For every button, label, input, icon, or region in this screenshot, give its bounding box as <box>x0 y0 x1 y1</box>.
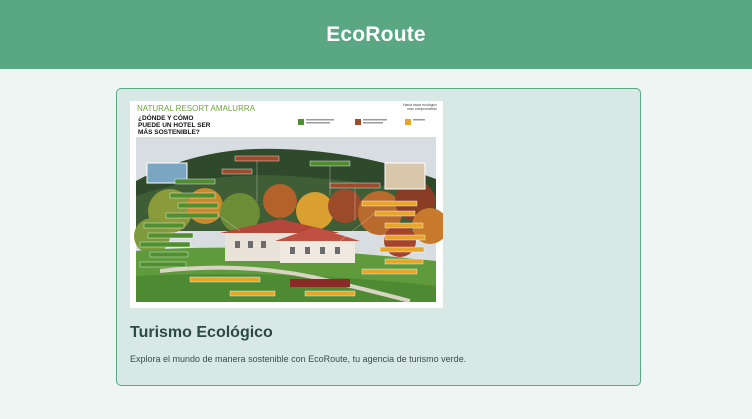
app-title: EcoRoute <box>326 22 426 46</box>
card-description: Explora el mundo de manera sostenible co… <box>130 354 467 364</box>
tour-card[interactable]: NATURAL RESORT AMALURRA ¿DÓNDE Y CÓMO PU… <box>116 88 641 386</box>
app-header: EcoRoute <box>0 0 752 69</box>
poster-title: NATURAL RESORT AMALURRA <box>137 104 255 113</box>
poster-topright-note: Hacia hacia ecológico más comprometido <box>402 103 437 111</box>
poster-subtitle: ¿DÓNDE Y CÓMO PUEDE UN HOTEL SER MÁS SOS… <box>138 115 211 136</box>
card-image: NATURAL RESORT AMALURRA ¿DÓNDE Y CÓMO PU… <box>130 101 443 308</box>
card-title: Turismo Ecológico <box>130 324 273 341</box>
